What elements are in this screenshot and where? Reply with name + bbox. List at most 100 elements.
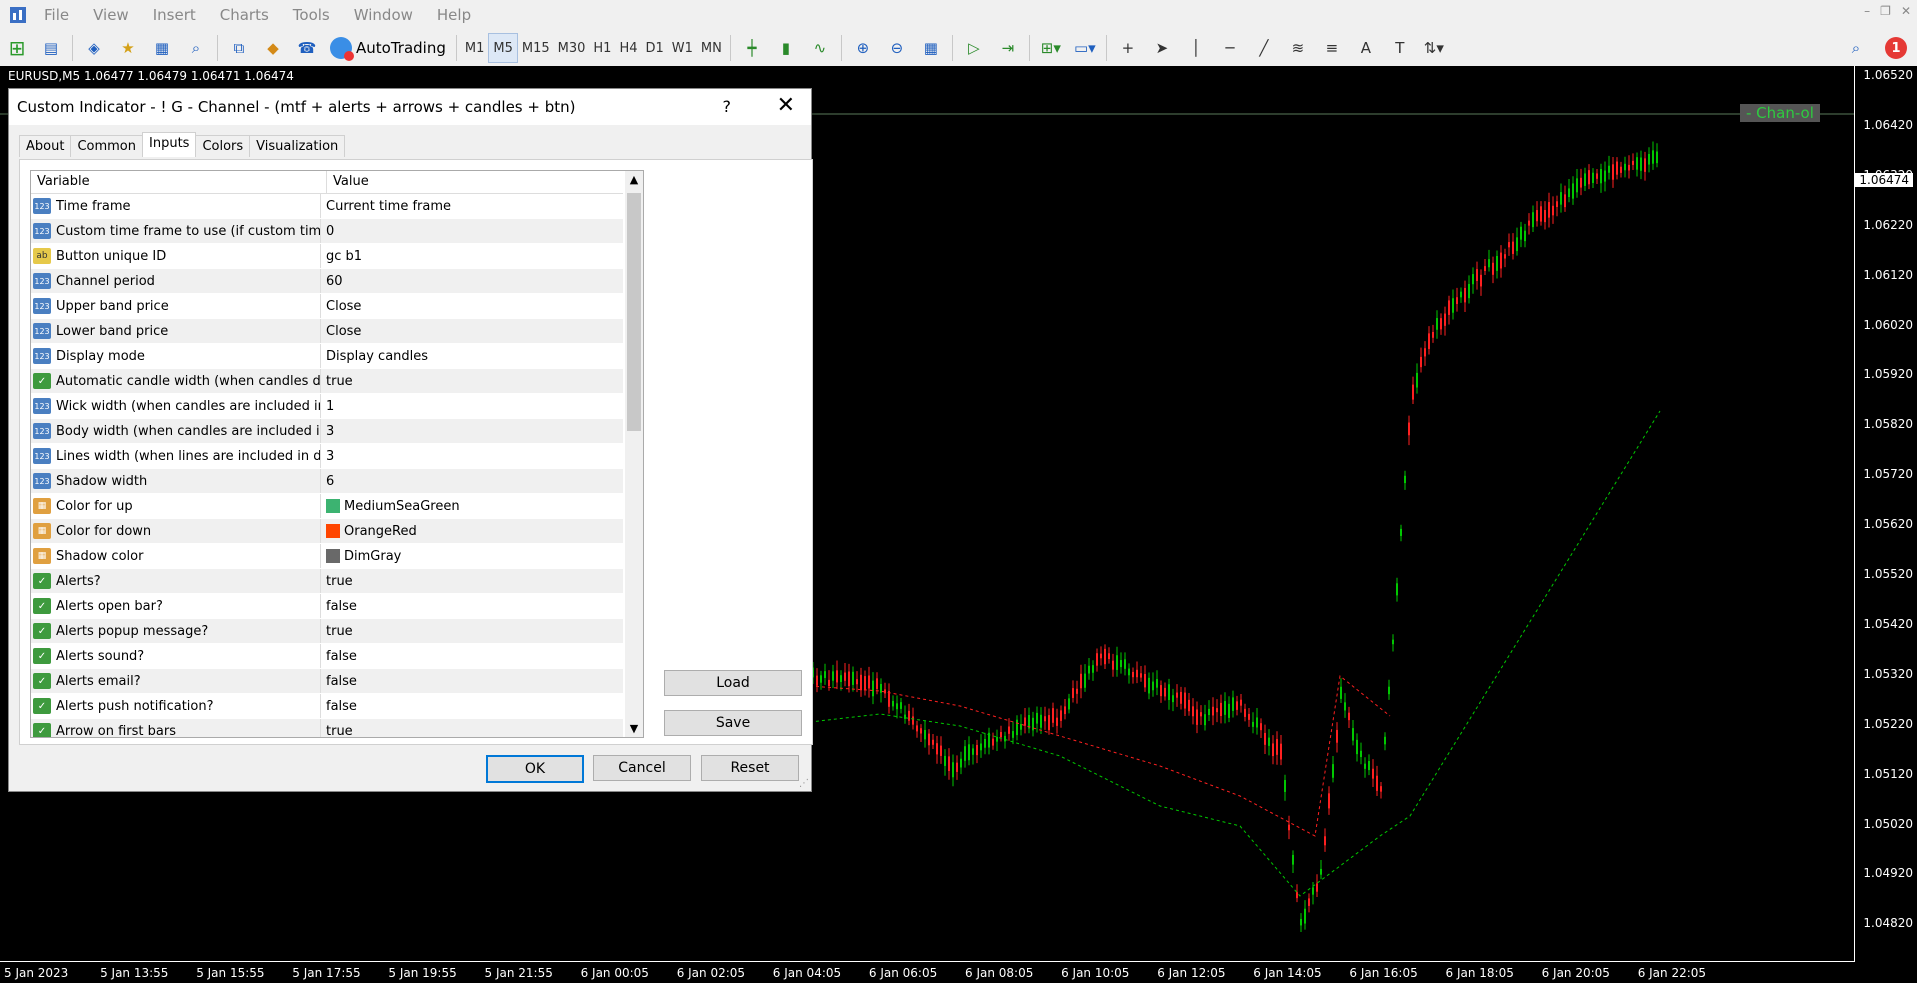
- chart-shift-icon[interactable]: ⇥: [994, 34, 1022, 62]
- menu-view[interactable]: View: [81, 6, 141, 24]
- value-cell[interactable]: false: [321, 594, 623, 618]
- new-chart-icon[interactable]: ⊞: [3, 34, 31, 62]
- cancel-button[interactable]: Cancel: [593, 755, 691, 781]
- timeframe-h4[interactable]: H4: [615, 34, 641, 62]
- menu-insert[interactable]: Insert: [141, 6, 208, 24]
- help-icon[interactable]: ?: [723, 97, 732, 116]
- autotrading-button[interactable]: AutoTrading: [330, 37, 446, 61]
- metaeditor-icon[interactable]: ◆: [259, 34, 287, 62]
- input-row[interactable]: ✓ Alerts? true: [31, 569, 623, 594]
- zoom-out-icon[interactable]: ⊖: [883, 34, 911, 62]
- restore-icon[interactable]: ❐: [1880, 4, 1891, 18]
- text-icon[interactable]: A: [1352, 34, 1380, 62]
- input-row[interactable]: ▦ Color for up MediumSeaGreen: [31, 494, 623, 519]
- scroll-down-icon[interactable]: ▼: [625, 722, 643, 735]
- input-row[interactable]: ▦ Shadow color DimGray: [31, 544, 623, 569]
- menu-help[interactable]: Help: [425, 6, 483, 24]
- close-icon[interactable]: ✕: [777, 93, 795, 118]
- value-cell[interactable]: false: [321, 644, 623, 668]
- bar-chart-icon[interactable]: ┿: [738, 34, 766, 62]
- autoscroll-icon[interactable]: ▷: [960, 34, 988, 62]
- input-row[interactable]: 123 Custom time frame to use (if custom t…: [31, 219, 623, 244]
- input-row[interactable]: 123 Shadow width 6: [31, 469, 623, 494]
- channel-icon[interactable]: ≋: [1284, 34, 1312, 62]
- load-button[interactable]: Load: [664, 670, 802, 696]
- input-row[interactable]: 123 Wick width (when candles are included…: [31, 394, 623, 419]
- menu-tools[interactable]: Tools: [281, 6, 342, 24]
- value-cell[interactable]: true: [321, 369, 623, 393]
- column-header-value[interactable]: Value: [327, 171, 369, 193]
- input-row[interactable]: ✓ Arrow on first bars true: [31, 719, 623, 738]
- timeframe-w1[interactable]: W1: [668, 34, 697, 62]
- timeframe-mn[interactable]: MN: [697, 34, 726, 62]
- trendline-icon[interactable]: ╱: [1250, 34, 1278, 62]
- notification-badge[interactable]: 1: [1885, 37, 1907, 59]
- value-cell[interactable]: Display candles: [321, 344, 623, 368]
- value-cell[interactable]: 1: [321, 394, 623, 418]
- line-chart-icon[interactable]: ∿: [806, 34, 834, 62]
- new-order-icon[interactable]: ⧉: [225, 34, 253, 62]
- timeframe-m1[interactable]: M1: [461, 34, 489, 62]
- input-row[interactable]: ✓ Alerts popup message? true: [31, 619, 623, 644]
- timeframe-m30[interactable]: M30: [554, 34, 590, 62]
- market-watch-icon[interactable]: ◈: [80, 34, 108, 62]
- input-row[interactable]: ✓ Alerts email? false: [31, 669, 623, 694]
- menu-charts[interactable]: Charts: [208, 6, 281, 24]
- search-icon[interactable]: ⌕: [1842, 34, 1870, 62]
- timeframe-m15[interactable]: M15: [518, 34, 554, 62]
- timeframe-m5[interactable]: M5: [488, 33, 518, 63]
- value-cell[interactable]: true: [321, 719, 623, 738]
- candlestick-icon[interactable]: ▮: [772, 34, 800, 62]
- tab-about[interactable]: About: [19, 135, 72, 157]
- menu-window[interactable]: Window: [342, 6, 425, 24]
- input-row[interactable]: ▦ Color for down OrangeRed: [31, 519, 623, 544]
- input-row[interactable]: ✓ Alerts open bar? false: [31, 594, 623, 619]
- data-window-icon[interactable]: ★: [114, 34, 142, 62]
- input-row[interactable]: ✓ Automatic candle width (when candles di…: [31, 369, 623, 394]
- tile-windows-icon[interactable]: ▦: [917, 34, 945, 62]
- profiles-icon[interactable]: ▤: [37, 34, 65, 62]
- input-row[interactable]: 123 Time frame Current time frame: [31, 194, 623, 219]
- input-row[interactable]: 123 Upper band price Close: [31, 294, 623, 319]
- indicators-icon[interactable]: ⊞▾: [1037, 34, 1065, 62]
- minimize-icon[interactable]: –: [1864, 4, 1870, 18]
- tab-inputs[interactable]: Inputs: [142, 132, 197, 157]
- arrows-icon[interactable]: ⇅▾: [1420, 34, 1448, 62]
- input-row[interactable]: 123 Body width (when candles are included…: [31, 419, 623, 444]
- input-row[interactable]: ✓ Alerts push notification? false: [31, 694, 623, 719]
- text-label-icon[interactable]: T: [1386, 34, 1414, 62]
- ok-button[interactable]: OK: [486, 755, 584, 783]
- navigator-icon[interactable]: ▦: [148, 34, 176, 62]
- grid-scrollbar[interactable]: ▲ ▼: [625, 171, 643, 737]
- scroll-thumb[interactable]: [627, 193, 641, 431]
- input-row[interactable]: 123 Display mode Display candles: [31, 344, 623, 369]
- close-window-icon[interactable]: ✕: [1901, 4, 1911, 18]
- cursor-icon[interactable]: ➤: [1148, 34, 1176, 62]
- save-button[interactable]: Save: [664, 710, 802, 736]
- crosshair-icon[interactable]: +: [1114, 34, 1142, 62]
- input-row[interactable]: ab Button unique ID gc b1: [31, 244, 623, 269]
- reset-button[interactable]: Reset: [701, 755, 799, 781]
- value-cell[interactable]: 60: [321, 269, 623, 293]
- terminal-icon[interactable]: ☎: [293, 34, 321, 62]
- value-cell[interactable]: true: [321, 619, 623, 643]
- vertical-line-icon[interactable]: │: [1182, 34, 1210, 62]
- value-cell[interactable]: false: [321, 669, 623, 693]
- zoom-in-icon[interactable]: ⊕: [849, 34, 877, 62]
- timeframe-d1[interactable]: D1: [642, 34, 668, 62]
- fibonacci-icon[interactable]: ≡: [1318, 34, 1346, 62]
- value-cell[interactable]: OrangeRed: [321, 519, 623, 543]
- tab-common[interactable]: Common: [70, 135, 143, 157]
- input-row[interactable]: 123 Lines width (when lines are included …: [31, 444, 623, 469]
- menu-file[interactable]: File: [32, 6, 81, 24]
- value-cell[interactable]: gc b1: [321, 244, 623, 268]
- input-row[interactable]: 123 Lower band price Close: [31, 319, 623, 344]
- value-cell[interactable]: true: [321, 569, 623, 593]
- strategy-tester-icon[interactable]: ⌕: [182, 34, 210, 62]
- value-cell[interactable]: Close: [321, 319, 623, 343]
- tab-visualization[interactable]: Visualization: [249, 135, 346, 157]
- value-cell[interactable]: 0: [321, 219, 623, 243]
- value-cell[interactable]: 6: [321, 469, 623, 493]
- value-cell[interactable]: 3: [321, 419, 623, 443]
- column-header-variable[interactable]: Variable: [31, 171, 327, 193]
